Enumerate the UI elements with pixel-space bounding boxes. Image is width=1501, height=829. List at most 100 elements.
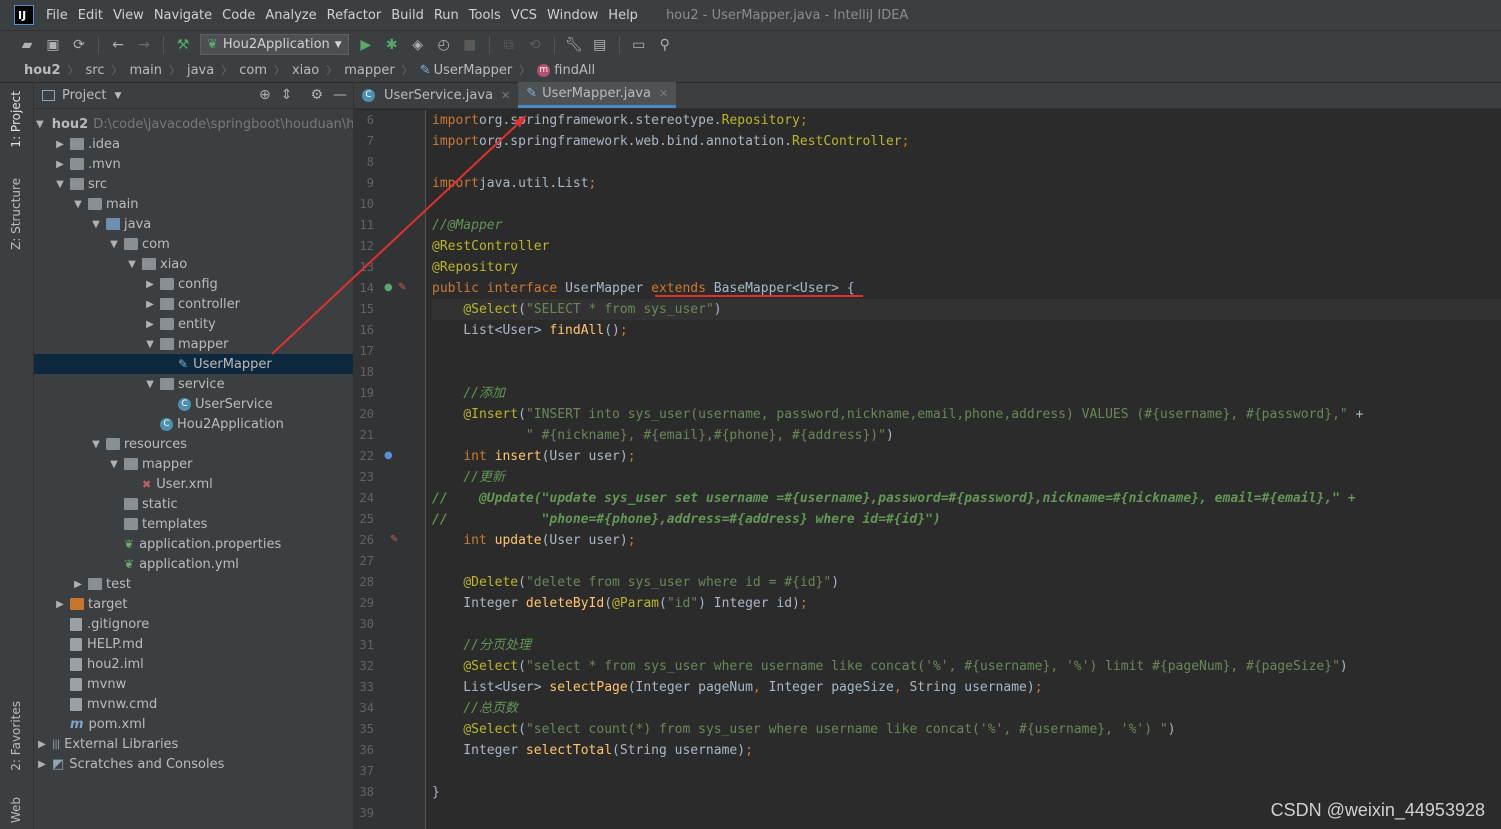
- code-line[interactable]: //更新: [432, 467, 1501, 488]
- code-line[interactable]: List<User> selectPage(Integer pageNum, I…: [432, 677, 1501, 698]
- code-line[interactable]: [432, 341, 1501, 362]
- tree-item[interactable]: hou2.iml: [34, 654, 353, 674]
- build-hammer-icon[interactable]: ⚒: [174, 36, 192, 54]
- tree-item[interactable]: ▼ service: [34, 374, 353, 394]
- code-line[interactable]: int insert(User user);: [432, 446, 1501, 467]
- code-line[interactable]: [432, 761, 1501, 782]
- tree-item[interactable]: ✎ UserMapper: [34, 354, 353, 374]
- open-folder-icon[interactable]: ▰: [18, 36, 36, 54]
- run-config-select[interactable]: ❦ Hou2Application ▼: [200, 34, 349, 55]
- code-line[interactable]: @Insert("INSERT into sys_user(username, …: [432, 404, 1501, 425]
- attach-icon[interactable]: ⧉: [500, 36, 518, 54]
- chevron-down-icon[interactable]: ▼: [114, 91, 121, 101]
- chevron-down-icon[interactable]: ▼: [54, 179, 66, 190]
- breadcrumb-item[interactable]: java: [187, 63, 214, 78]
- terminal-icon[interactable]: ▭: [630, 36, 648, 54]
- code-line[interactable]: importjava.util.List;: [432, 173, 1501, 194]
- chevron-down-icon[interactable]: ▼: [36, 119, 44, 130]
- code-line[interactable]: @Repository: [432, 257, 1501, 278]
- editor-tab[interactable]: ✎ UserMapper.java ✕: [518, 82, 677, 108]
- breadcrumb-item[interactable]: mapper: [344, 63, 394, 78]
- menu-item-help[interactable]: Help: [608, 8, 638, 23]
- code-line[interactable]: " #{nickname}, #{email},#{phone}, #{addr…: [432, 425, 1501, 446]
- code-line[interactable]: int update(User user);: [432, 530, 1501, 551]
- code-line[interactable]: public interface UserMapper extends Base…: [432, 278, 1501, 299]
- code-line[interactable]: [432, 152, 1501, 173]
- back-icon[interactable]: ←: [109, 36, 127, 54]
- chevron-right-icon[interactable]: ▶: [54, 159, 66, 170]
- code-line[interactable]: [432, 362, 1501, 383]
- close-icon[interactable]: ✕: [659, 87, 668, 100]
- tree-item[interactable]: ▶ .idea: [34, 134, 353, 154]
- tree-item[interactable]: HELP.md: [34, 634, 353, 654]
- code-line[interactable]: @Select("select count(*) from sys_user w…: [432, 719, 1501, 740]
- project-structure-icon[interactable]: ▤: [591, 36, 609, 54]
- tree-item[interactable]: mvnw: [34, 674, 353, 694]
- menu-item-edit[interactable]: Edit: [78, 8, 103, 23]
- code-line[interactable]: //添加: [432, 383, 1501, 404]
- tree-item[interactable]: ▼ resources: [34, 434, 353, 454]
- forward-icon[interactable]: →: [135, 36, 153, 54]
- tree-item[interactable]: ▶ .mvn: [34, 154, 353, 174]
- code-line[interactable]: importorg.springframework.web.bind.annot…: [432, 131, 1501, 152]
- menu-item-file[interactable]: File: [46, 8, 68, 23]
- tree-item[interactable]: ▶ entity: [34, 314, 353, 334]
- menu-item-view[interactable]: View: [113, 8, 144, 23]
- breadcrumb-item[interactable]: findAll: [554, 63, 595, 78]
- tree-item[interactable]: templates: [34, 514, 353, 534]
- menu-item-vcs[interactable]: VCS: [511, 8, 537, 23]
- editor-tab[interactable]: C UserService.java ✕: [354, 82, 518, 108]
- menu-item-analyze[interactable]: Analyze: [265, 8, 316, 23]
- tree-item[interactable]: ▼ mapper: [34, 334, 353, 354]
- tree-item[interactable]: ▶ controller: [34, 294, 353, 314]
- favorites-tool-tab[interactable]: 2: Favorites: [9, 701, 23, 771]
- tree-item[interactable]: ▶ ◩ Scratches and Consoles: [34, 754, 353, 774]
- tree-item[interactable]: ✖ User.xml: [34, 474, 353, 494]
- mybatis-icon[interactable]: ✎: [390, 534, 398, 545]
- structure-tool-tab[interactable]: Z: Structure: [9, 178, 23, 250]
- chevron-down-icon[interactable]: ▼: [108, 239, 120, 250]
- code-line[interactable]: @Select("select * from sys_user where us…: [432, 656, 1501, 677]
- code-line[interactable]: // @Update("update sys_user set username…: [432, 488, 1501, 509]
- tree-item[interactable]: C Hou2Application: [34, 414, 353, 434]
- project-tool-tab[interactable]: 1: Project: [9, 91, 23, 148]
- chevron-right-icon[interactable]: ▶: [36, 759, 48, 770]
- sync-icon[interactable]: ⟳: [70, 36, 88, 54]
- chevron-down-icon[interactable]: ▼: [126, 259, 138, 270]
- chevron-down-icon[interactable]: ▼: [144, 339, 156, 350]
- chevron-down-icon[interactable]: ▼: [108, 459, 120, 470]
- tree-item[interactable]: ❦ application.properties: [34, 534, 353, 554]
- run-icon[interactable]: ▶: [357, 36, 375, 54]
- menu-item-window[interactable]: Window: [547, 8, 598, 23]
- tree-item[interactable]: ▶ target: [34, 594, 353, 614]
- settings-wrench-icon[interactable]: 🔧︎: [565, 36, 583, 54]
- tree-item[interactable]: .gitignore: [34, 614, 353, 634]
- breadcrumb-item[interactable]: UserMapper: [434, 63, 513, 78]
- tree-item[interactable]: ▼ hou2 D:\code\javacode\springboot\houduan…: [34, 114, 353, 134]
- tree-item[interactable]: static: [34, 494, 353, 514]
- tree-item[interactable]: C UserService: [34, 394, 353, 414]
- code-line[interactable]: //分页处理: [432, 635, 1501, 656]
- menu-item-tools[interactable]: Tools: [469, 8, 501, 23]
- minimize-icon[interactable]: —: [333, 87, 347, 103]
- chevron-right-icon[interactable]: ▶: [54, 139, 66, 150]
- close-icon[interactable]: ✕: [501, 89, 510, 102]
- code-line[interactable]: List<User> findAll();: [432, 320, 1501, 341]
- locate-icon[interactable]: ⊕: [259, 87, 271, 103]
- update-icon[interactable]: ⟲: [526, 36, 544, 54]
- tree-item[interactable]: ▶ ||| External Libraries: [34, 734, 353, 754]
- code-line[interactable]: Integer selectTotal(String username);: [432, 740, 1501, 761]
- breadcrumb-item[interactable]: hou2: [24, 63, 61, 78]
- code-view[interactable]: importorg.springframework.stereotype.Rep…: [432, 110, 1501, 829]
- chevron-down-icon[interactable]: ▼: [144, 379, 156, 390]
- tree-item[interactable]: ▼ src: [34, 174, 353, 194]
- stop-icon[interactable]: ■: [461, 36, 479, 54]
- tree-item[interactable]: ▼ main: [34, 194, 353, 214]
- code-line[interactable]: //@Mapper: [432, 215, 1501, 236]
- breadcrumb-item[interactable]: com: [239, 63, 267, 78]
- code-line[interactable]: importorg.springframework.stereotype.Rep…: [432, 110, 1501, 131]
- breadcrumb-item[interactable]: main: [129, 63, 161, 78]
- tree-item[interactable]: ▼ mapper: [34, 454, 353, 474]
- tree-item[interactable]: ▼ com: [34, 234, 353, 254]
- chevron-right-icon[interactable]: ▶: [144, 299, 156, 310]
